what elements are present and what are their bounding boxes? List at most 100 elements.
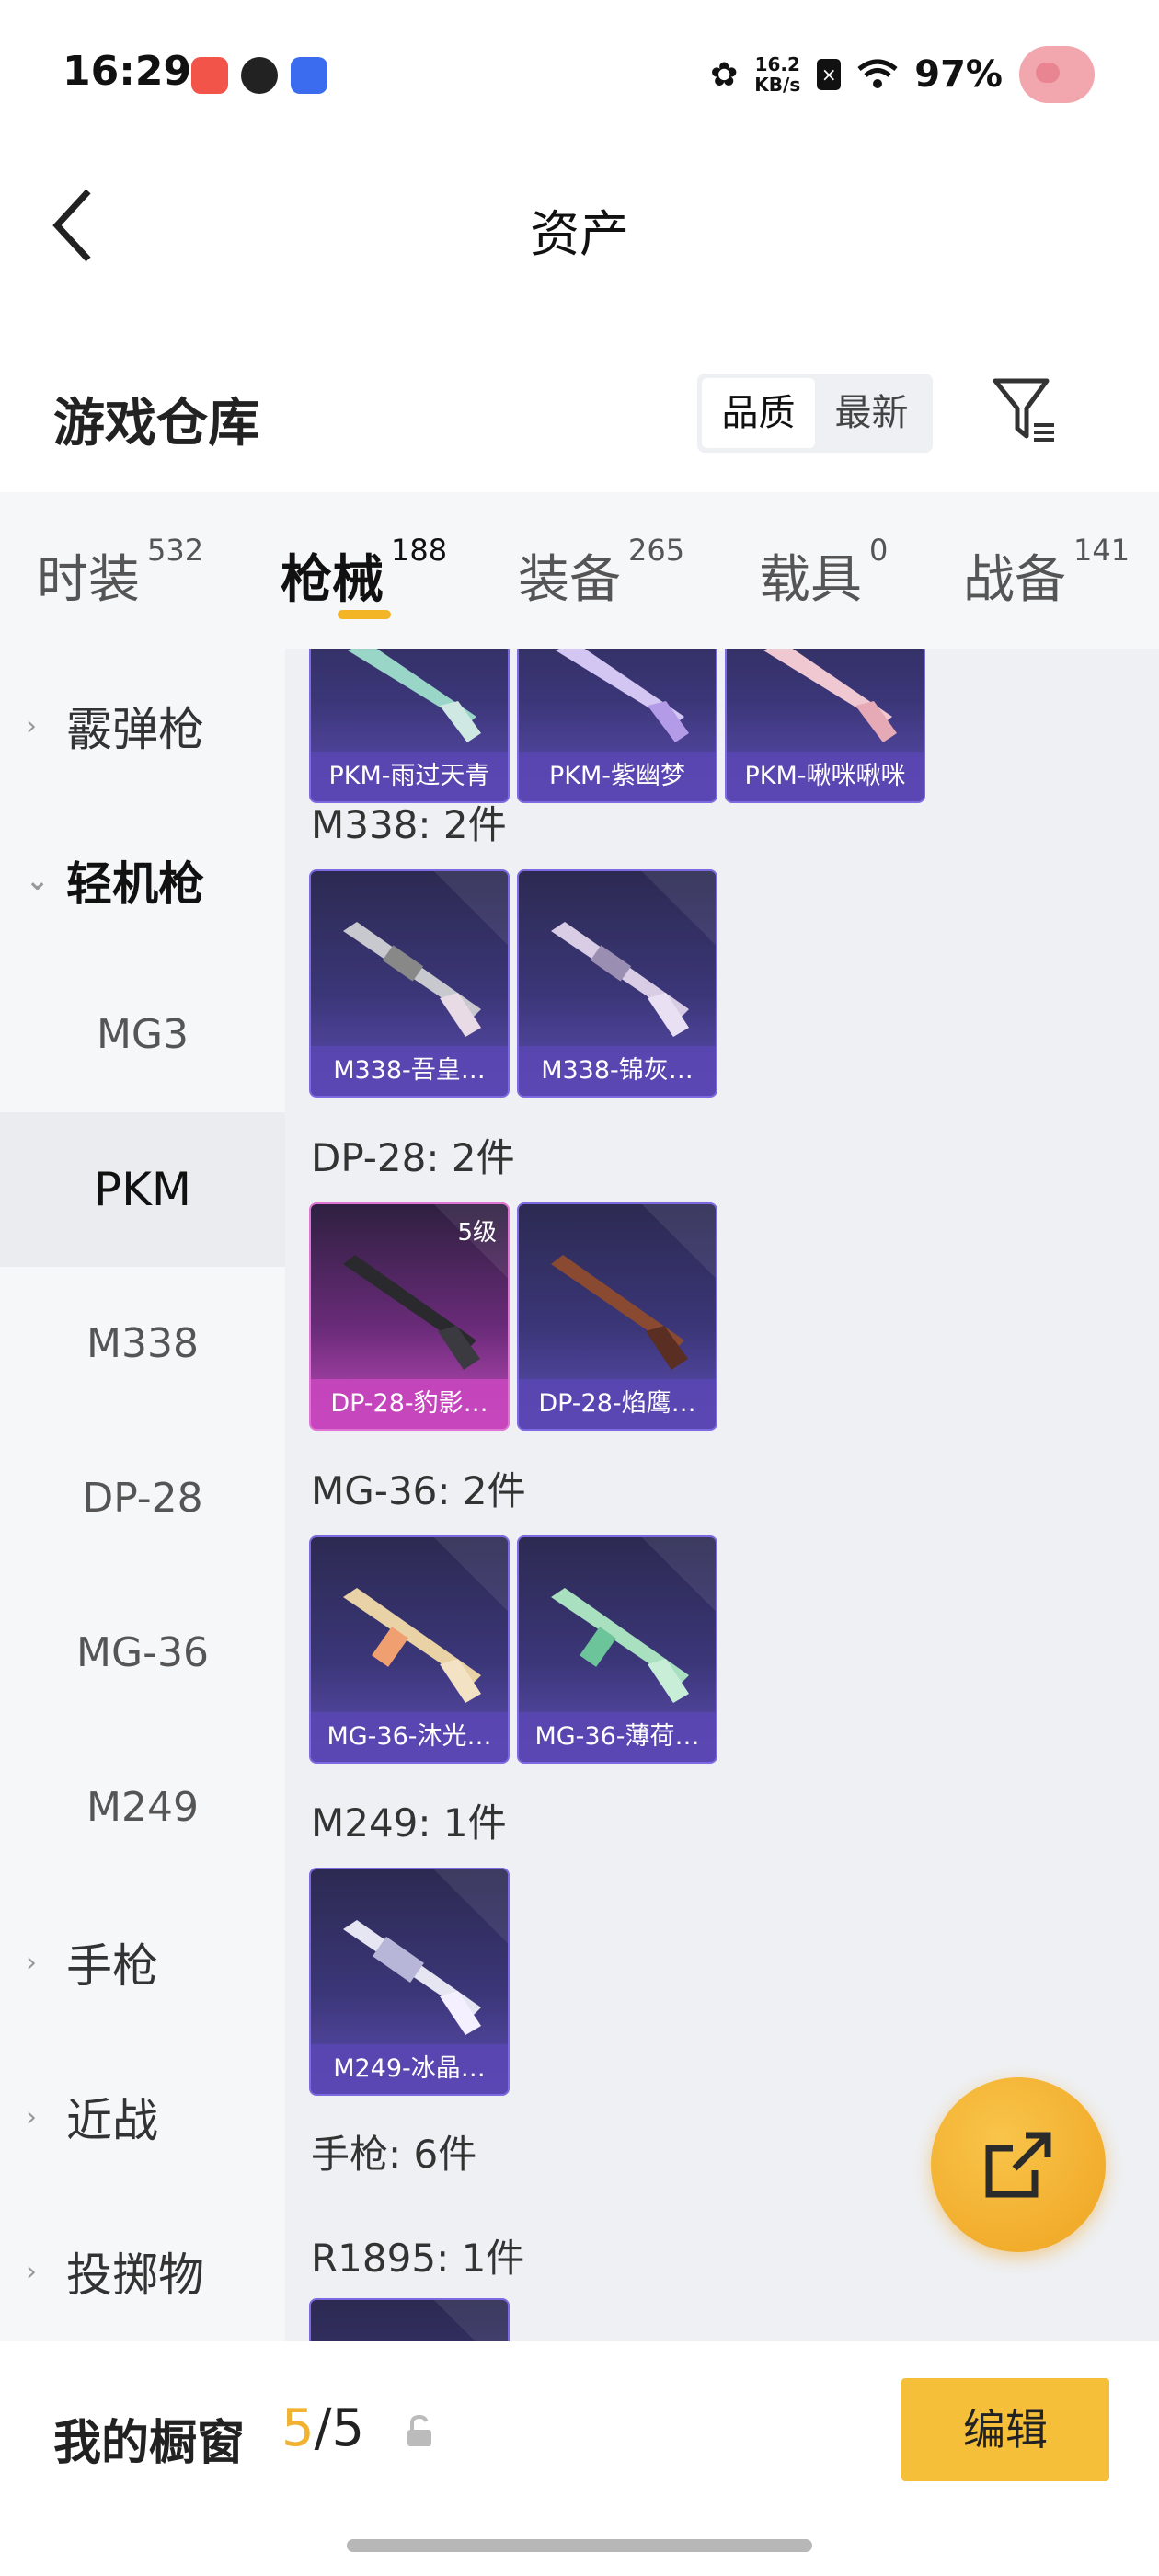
- sort-quality-button[interactable]: 品质: [702, 378, 815, 448]
- subnav-item-pkm[interactable]: PKM: [0, 1112, 285, 1267]
- subnav-group-label: 轻机枪: [66, 857, 204, 911]
- chevron-down-icon: ⌄: [26, 864, 50, 897]
- showcase-current: 5: [281, 2398, 315, 2458]
- warehouse-title: 游戏仓库: [53, 394, 259, 454]
- weapon-card-label: M338-锦灰…: [519, 1046, 716, 1096]
- share-external-icon: [985, 2132, 1051, 2198]
- subnav-group-label: 投掷物: [66, 2248, 204, 2302]
- subnav-group-melee[interactable]: › 近战: [0, 2040, 285, 2194]
- subnav-item-m249[interactable]: M249: [0, 1731, 285, 1885]
- weapon-card-label: M249-冰晶…: [311, 2044, 508, 2094]
- subnav-item-m338[interactable]: M338: [0, 1267, 285, 1421]
- title-bar: 资产: [0, 147, 1159, 304]
- tab-firearms[interactable]: 枪械 188: [281, 492, 518, 649]
- weapon-card-label: PKM-啾咪啾咪: [727, 752, 924, 801]
- weapon-card[interactable]: PKM-紫幽梦: [517, 649, 717, 803]
- weapon-card-label: DP-28-豹影…: [311, 1379, 508, 1429]
- network-speed-value: 16.2: [754, 53, 800, 75]
- subnav-item-mg3[interactable]: MG3: [0, 958, 285, 1112]
- group-title-pistol: 手枪: 6件: [311, 2132, 477, 2177]
- tab-vehicles[interactable]: 载具 0: [759, 492, 963, 649]
- showcase-count: 5/5: [281, 2398, 364, 2458]
- subnav-item-dp28[interactable]: DP-28: [0, 1421, 285, 1576]
- group-title-m338: M338: 2件: [311, 802, 507, 847]
- pig-avatar-icon: [1019, 46, 1095, 103]
- rifle-icon: [343, 1588, 481, 1703]
- rifle-icon: [551, 922, 689, 1037]
- showcase-bar: 我的橱窗 5/5 编辑: [0, 2341, 1159, 2576]
- group-title-m249: M249: 1件: [311, 1800, 507, 1846]
- rifle-icon: [763, 649, 897, 742]
- weapon-card-label: MG-36-薄荷…: [519, 1712, 716, 1762]
- chevron-right-icon: ›: [26, 709, 37, 742]
- status-app-icons: [191, 57, 327, 94]
- network-speed: 16.2 KB/s: [754, 54, 800, 95]
- app-notification-icon: [191, 57, 228, 94]
- group-title-r1895: R1895: 1件: [311, 2236, 525, 2281]
- home-indicator[interactable]: [347, 2539, 812, 2552]
- tab-count: 141: [1073, 533, 1130, 568]
- group-title-mg36: MG-36: 2件: [311, 1468, 526, 1513]
- flower-icon: ✿: [710, 55, 739, 94]
- weapon-card[interactable]: M249-冰晶…: [309, 1868, 510, 2096]
- filter-icon[interactable]: [990, 374, 1063, 447]
- rifle-icon: [556, 649, 689, 742]
- weapon-card[interactable]: PKM-啾咪啾咪: [725, 649, 925, 803]
- app-notification-icon: [241, 57, 278, 94]
- chevron-right-icon: ›: [26, 1946, 37, 1979]
- rifle-icon: [343, 922, 481, 1037]
- weapon-subnav: › 霰弹枪 ⌄ 轻机枪 MG3 PKM M338 DP-28 MG-36 M249 …: [0, 649, 285, 2341]
- rifle-icon: [343, 1920, 481, 2035]
- weapon-card[interactable]: M338-吾皇…: [309, 869, 510, 1098]
- rifle-icon: [551, 1255, 688, 1370]
- tab-supplies[interactable]: 战备 141: [963, 492, 1156, 649]
- subnav-group-lmg[interactable]: ⌄ 轻机枪: [0, 803, 285, 958]
- weapon-card[interactable]: PKM-雨过天青: [309, 649, 510, 803]
- weapon-card[interactable]: M338-锦灰…: [517, 869, 717, 1098]
- battery-percent: 97%: [914, 53, 1003, 96]
- tab-label: 装备: [518, 550, 621, 610]
- weapon-card-label: M338-吾皇…: [311, 1046, 508, 1096]
- weapon-card[interactable]: MG-36-薄荷…: [517, 1535, 717, 1764]
- weapon-card[interactable]: DP-28-焰鹰…: [517, 1202, 717, 1431]
- weapon-card[interactable]: [309, 2298, 510, 2341]
- tab-count: 0: [869, 533, 889, 568]
- weapon-card-label: DP-28-焰鹰…: [519, 1379, 716, 1429]
- wifi-icon: [857, 59, 898, 88]
- sort-latest-button[interactable]: 最新: [815, 378, 928, 448]
- subnav-group-throwable[interactable]: › 投掷物: [0, 2194, 285, 2349]
- rifle-icon: [343, 1255, 480, 1370]
- tab-label: 战备: [963, 550, 1066, 610]
- sort-toggle: 品质 最新: [697, 374, 933, 453]
- warehouse-header: 游戏仓库 品质 最新: [0, 304, 1159, 492]
- subnav-group-label: 霰弹枪: [66, 703, 204, 756]
- group-title-dp28: DP-28: 2件: [311, 1135, 515, 1180]
- tab-fashion[interactable]: 时装 532: [37, 492, 281, 649]
- subnav-group-shotgun[interactable]: › 霰弹枪: [0, 649, 285, 803]
- status-time: 16:29: [63, 48, 192, 95]
- status-indicators: ✿ 16.2 KB/s × 97%: [710, 46, 1095, 103]
- chevron-right-icon: ›: [26, 2100, 37, 2133]
- weapon-card-label: PKM-紫幽梦: [519, 752, 716, 801]
- showcase-label: 我的橱窗: [53, 2416, 246, 2471]
- category-tabs: 时装 532 枪械 188 装备 265 载具 0 战备 141: [0, 492, 1159, 649]
- weapon-card[interactable]: MG-36-沐光…: [309, 1535, 510, 1764]
- tab-equipment[interactable]: 装备 265: [518, 492, 759, 649]
- edit-button[interactable]: 编辑: [901, 2378, 1109, 2481]
- tab-count: 188: [391, 533, 448, 568]
- sim-icon: ×: [817, 59, 842, 90]
- app-notification-icon: [291, 57, 327, 94]
- page-title: 资产: [530, 205, 629, 263]
- share-fab[interactable]: [931, 2077, 1106, 2252]
- showcase-total: /5: [314, 2398, 365, 2458]
- tab-label: 时装: [37, 550, 140, 610]
- chevron-right-icon: ›: [26, 2255, 37, 2288]
- rifle-icon: [551, 1588, 689, 1703]
- weapon-card-label: MG-36-沐光…: [311, 1712, 508, 1762]
- tab-count: 532: [147, 533, 204, 568]
- subnav-group-pistol[interactable]: › 手枪: [0, 1885, 285, 2040]
- subnav-item-mg36[interactable]: MG-36: [0, 1576, 285, 1731]
- subnav-group-label: 近战: [66, 2094, 158, 2147]
- lock-icon: [407, 2414, 431, 2446]
- weapon-card[interactable]: 5级 DP-28-豹影…: [309, 1202, 510, 1431]
